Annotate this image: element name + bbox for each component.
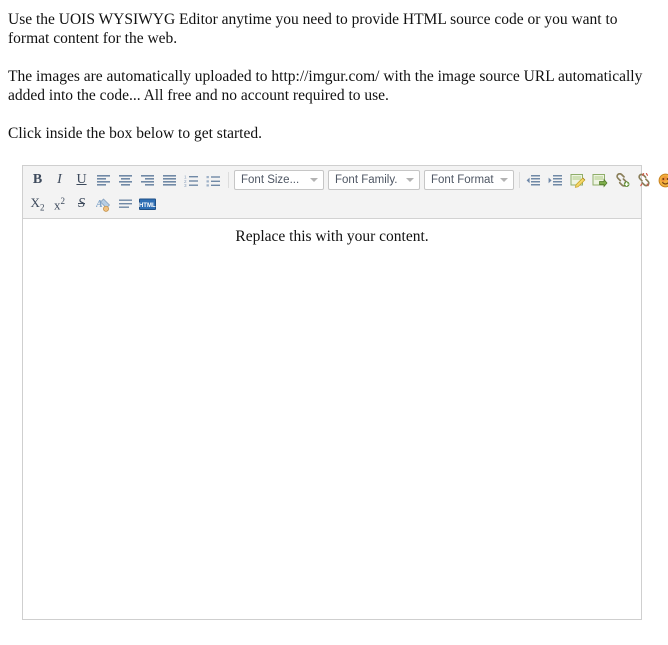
align-right-icon [140, 174, 155, 187]
underline-button[interactable]: U [71, 170, 92, 190]
superscript-icon: x2 [54, 195, 65, 213]
align-center-button[interactable] [115, 170, 136, 190]
align-right-button[interactable] [137, 170, 158, 190]
underline-icon: U [76, 172, 87, 187]
insert-media-button[interactable] [589, 170, 610, 190]
strikethrough-button[interactable]: S [71, 194, 92, 214]
html-source-icon: HTML [139, 198, 156, 211]
insert-image-icon [570, 173, 586, 188]
superscript-button[interactable]: x2 [49, 194, 70, 214]
insert-emoticon-icon [658, 173, 668, 188]
indent-button[interactable] [545, 170, 566, 190]
intro-paragraph-2: The images are automatically uploaded to… [8, 68, 643, 104]
svg-text:3: 3 [184, 183, 187, 187]
align-justify-icon [162, 174, 177, 187]
horizontal-rule-icon [118, 198, 133, 211]
numbered-list-button[interactable]: 1 2 3 [181, 170, 202, 190]
editor-content-area[interactable]: Replace this with your content. [23, 219, 641, 619]
intro-paragraph-1: Use the UOIS WYSIWYG Editor anytime you … [8, 11, 618, 47]
subscript-icon: X2 [30, 194, 45, 213]
text-color-icon: A [96, 197, 112, 212]
bold-button[interactable]: B [27, 170, 48, 190]
font-family-select[interactable]: Font Family. [328, 170, 420, 190]
indent-icon [548, 174, 563, 187]
wysiwyg-editor: B I U 1 2 3 Font Size... Font Family. Fo… [22, 165, 668, 620]
unlink-button[interactable] [633, 170, 654, 190]
align-center-icon [118, 174, 133, 187]
outdent-button[interactable] [523, 170, 544, 190]
chevron-down-icon [500, 178, 508, 182]
toolbar-row-2: X2 x2 S A HTML [27, 193, 639, 215]
font-format-select[interactable]: Font Format [424, 170, 514, 190]
subscript-button[interactable]: X2 [27, 194, 48, 214]
strikethrough-icon: S [78, 196, 85, 211]
bold-icon: B [32, 172, 43, 187]
font-size-value: Font Size... [241, 174, 300, 186]
unlink-icon [636, 173, 652, 187]
editor-toolbar: B I U 1 2 3 Font Size... Font Family. Fo… [23, 166, 668, 219]
align-left-icon [96, 174, 111, 187]
font-family-value: Font Family. [335, 174, 398, 186]
text-color-button[interactable]: A [93, 194, 114, 214]
italic-button[interactable]: I [49, 170, 70, 190]
toolbar-separator [228, 172, 229, 188]
insert-link-icon [614, 173, 630, 187]
font-format-value: Font Format [431, 174, 494, 186]
bullet-list-button[interactable] [203, 170, 224, 190]
wysiwyg-editor-wrapper: B I U 1 2 3 Font Size... Font Family. Fo… [22, 165, 668, 620]
toolbar-row-1: B I U 1 2 3 Font Size... Font Family. Fo… [27, 169, 668, 191]
insert-image-button[interactable] [567, 170, 588, 190]
align-left-button[interactable] [93, 170, 114, 190]
svg-text:HTML: HTML [139, 202, 156, 208]
chevron-down-icon [310, 178, 318, 182]
align-justify-button[interactable] [159, 170, 180, 190]
toolbar-separator [519, 172, 520, 188]
outdent-icon [526, 174, 541, 187]
insert-media-icon [592, 173, 608, 188]
chevron-down-icon [406, 178, 414, 182]
font-size-select[interactable]: Font Size... [234, 170, 324, 190]
content-placeholder-text: Replace this with your content. [235, 228, 429, 245]
intro-paragraph-3: Click inside the box below to get starte… [8, 125, 262, 142]
insert-emoticon-button[interactable] [655, 170, 668, 190]
insert-link-button[interactable] [611, 170, 632, 190]
italic-icon: I [57, 172, 62, 187]
numbered-list-icon: 1 2 3 [184, 174, 199, 187]
intro-text-block: Use the UOIS WYSIWYG Editor anytime you … [0, 0, 668, 143]
bullet-list-icon [206, 174, 221, 187]
horizontal-rule-button[interactable] [115, 194, 136, 214]
html-source-button[interactable]: HTML [137, 194, 158, 214]
